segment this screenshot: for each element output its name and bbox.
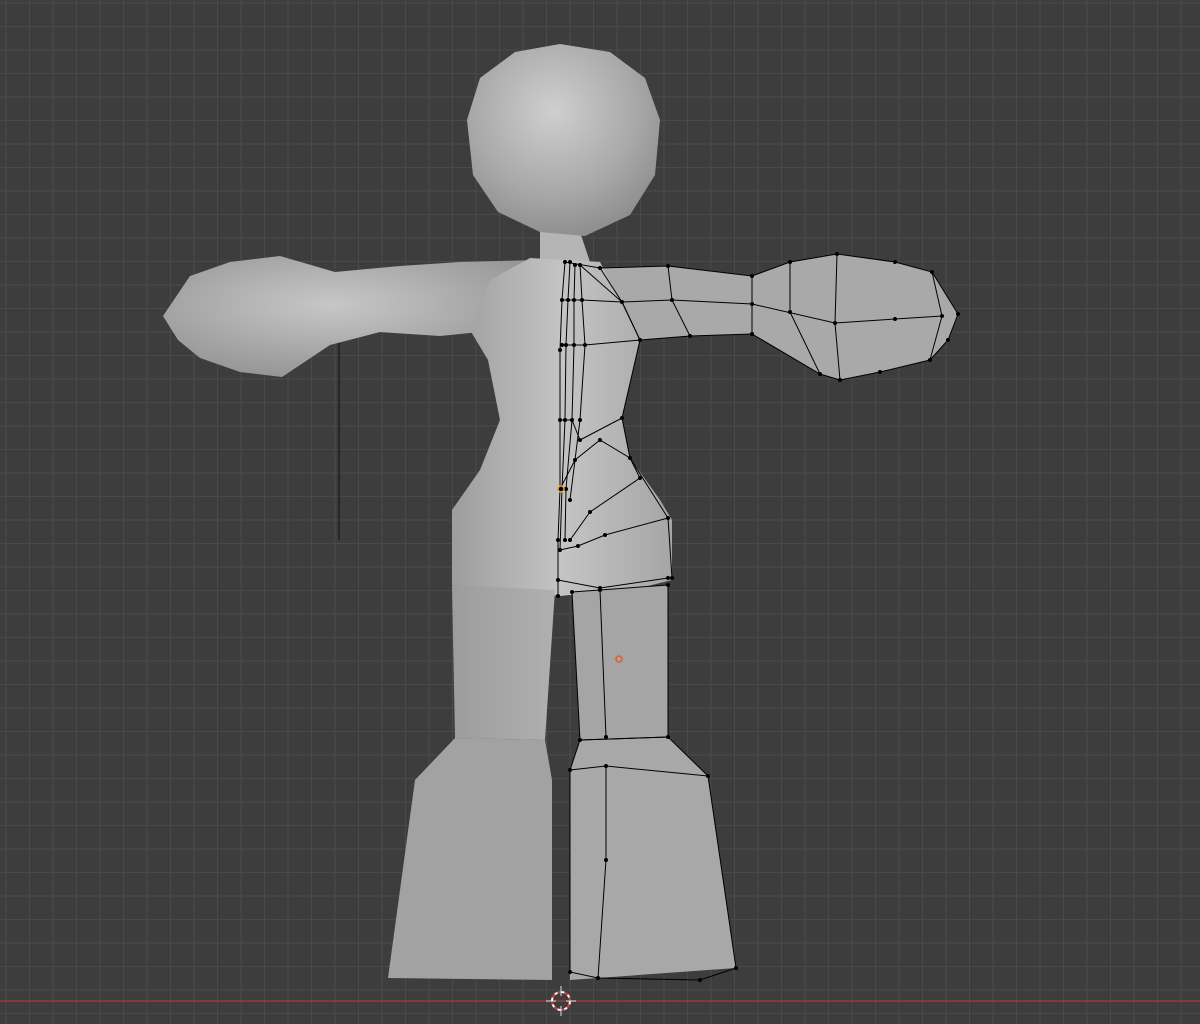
mesh-vertex[interactable]	[598, 438, 602, 442]
mesh-vertex[interactable]	[598, 266, 602, 270]
mesh-vertex[interactable]	[598, 588, 602, 592]
viewport-canvas[interactable]	[0, 0, 1200, 1024]
mesh-vertex[interactable]	[578, 438, 582, 442]
mesh-vertex[interactable]	[563, 538, 567, 542]
mesh-vertex[interactable]	[833, 321, 837, 325]
mesh-vertex[interactable]	[878, 370, 882, 374]
mesh-vertex[interactable]	[570, 590, 574, 594]
mesh-vertex[interactable]	[604, 735, 608, 739]
mesh-vertex[interactable]	[566, 298, 570, 302]
mesh-vertex[interactable]	[588, 510, 592, 514]
mesh-vertex[interactable]	[578, 418, 582, 422]
mesh-vertex[interactable]	[670, 576, 674, 580]
mesh-vertex[interactable]	[560, 298, 564, 302]
mesh-vertex[interactable]	[556, 578, 560, 582]
mesh-vertex[interactable]	[638, 338, 642, 342]
mesh-vertex[interactable]	[930, 270, 934, 274]
mesh-vertex[interactable]	[568, 768, 572, 772]
mesh-vertex[interactable]	[638, 476, 642, 480]
mesh-vertex[interactable]	[603, 533, 607, 537]
mesh-vertex[interactable]	[568, 970, 572, 974]
mesh-vertex[interactable]	[568, 260, 572, 264]
mesh-vertex[interactable]	[788, 310, 792, 314]
mesh-vertex[interactable]	[563, 260, 567, 264]
mesh-neck[interactable]	[540, 232, 590, 262]
mesh-vertex[interactable]	[573, 458, 577, 462]
mesh-vertex[interactable]	[570, 418, 574, 422]
mesh-vertex[interactable]	[563, 418, 567, 422]
mesh-vertex[interactable]	[666, 576, 670, 580]
mesh-vertex[interactable]	[556, 538, 560, 542]
mesh-vertex[interactable]	[946, 338, 950, 342]
mesh-vertex[interactable]	[604, 764, 608, 768]
mesh-vertex[interactable]	[666, 516, 670, 520]
character-mesh[interactable]	[163, 44, 958, 980]
mesh-vertex[interactable]	[628, 456, 632, 460]
mesh-vertex[interactable]	[670, 298, 674, 302]
mesh-vertex[interactable]	[556, 594, 560, 598]
mesh-vertex[interactable]	[788, 260, 792, 264]
mesh-vertex[interactable]	[568, 498, 572, 502]
mesh-vertex[interactable]	[568, 538, 572, 542]
mesh-vertex[interactable]	[956, 312, 960, 316]
mesh-vertex[interactable]	[838, 378, 842, 382]
mesh-head[interactable]	[467, 44, 660, 236]
mesh-vertex[interactable]	[583, 343, 587, 347]
mesh-vertex[interactable]	[750, 332, 754, 336]
mesh-vertex[interactable]	[572, 298, 576, 302]
mesh-vertex[interactable]	[666, 735, 670, 739]
mesh-vertex[interactable]	[580, 298, 584, 302]
mesh-vertex[interactable]	[596, 976, 600, 980]
mesh-vertex[interactable]	[835, 252, 839, 256]
mesh-boot-left[interactable]	[388, 738, 552, 980]
mesh-vertex[interactable]	[750, 274, 754, 278]
mesh-vertex[interactable]	[734, 966, 738, 970]
mesh-vertex[interactable]	[666, 583, 670, 587]
3d-viewport[interactable]	[0, 0, 1200, 1024]
mesh-vertex[interactable]	[572, 343, 576, 347]
mesh-vertex[interactable]	[573, 263, 577, 267]
mesh-vertex[interactable]	[750, 302, 754, 306]
mesh-vertex[interactable]	[576, 544, 580, 548]
mesh-leg-left[interactable]	[452, 585, 555, 740]
mesh-vertex[interactable]	[893, 317, 897, 321]
mesh-vertex[interactable]	[940, 314, 944, 318]
mesh-vertex[interactable]	[558, 348, 562, 352]
mesh-vertex[interactable]	[818, 372, 822, 376]
mesh-vertex[interactable]	[578, 263, 582, 267]
mesh-vertex[interactable]	[558, 548, 562, 552]
mesh-vertex[interactable]	[706, 774, 710, 778]
mesh-vertex[interactable]	[564, 343, 568, 347]
mesh-vertex[interactable]	[666, 264, 670, 268]
mesh-vertex[interactable]	[558, 418, 562, 422]
mesh-vertex[interactable]	[578, 738, 582, 742]
mesh-vertex[interactable]	[688, 334, 692, 338]
mesh-vertex[interactable]	[620, 416, 624, 420]
mesh-vertex[interactable]	[604, 858, 608, 862]
mesh-vertex[interactable]	[893, 260, 897, 264]
mesh-vertex[interactable]	[928, 358, 932, 362]
mesh-vertex[interactable]	[698, 978, 702, 982]
mesh-vertex[interactable]	[560, 343, 564, 347]
mesh-vertex[interactable]	[620, 300, 624, 304]
